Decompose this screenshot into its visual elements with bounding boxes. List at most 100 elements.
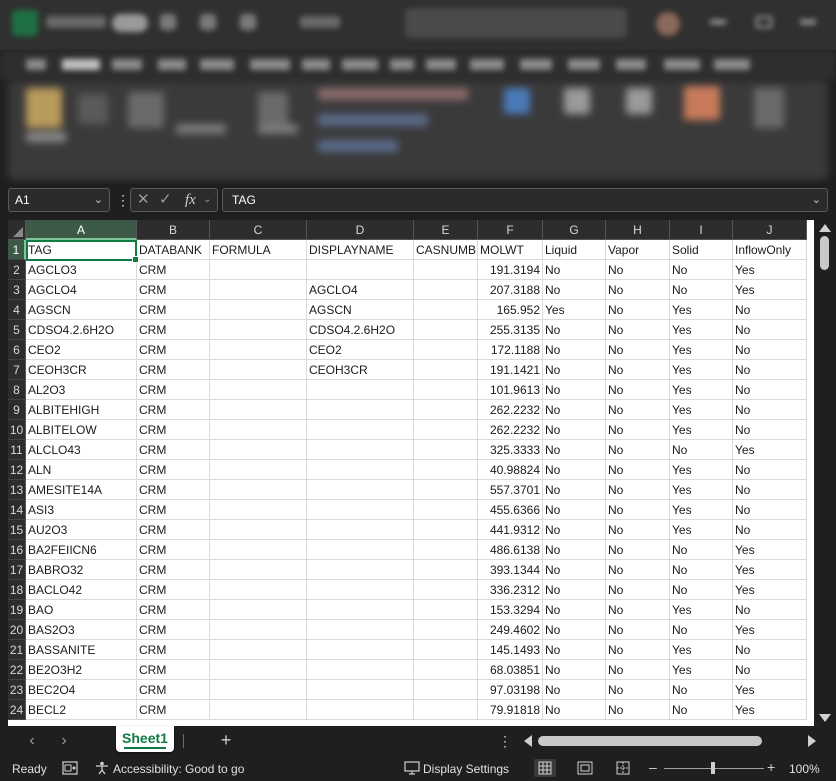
cell-b22[interactable]: CRM [137,660,210,680]
column-header-g[interactable]: G [543,220,606,240]
cell-j3[interactable]: Yes [733,280,807,300]
cell-a1[interactable]: TAG [26,240,137,260]
cell-e4[interactable] [414,300,478,320]
cell-a13[interactable]: AMESITE14A [26,480,137,500]
cell-c19[interactable] [210,600,307,620]
cell-d20[interactable] [307,620,414,640]
cell-j23[interactable]: Yes [733,680,807,700]
cell-c20[interactable] [210,620,307,640]
cell-h10[interactable]: No [606,420,670,440]
cell-f18[interactable]: 336.2312 [478,580,543,600]
cell-e16[interactable] [414,540,478,560]
cell-a2[interactable]: AGCLO3 [26,260,137,280]
cell-j11[interactable]: Yes [733,440,807,460]
cell-i6[interactable]: Yes [670,340,733,360]
cell-h23[interactable]: No [606,680,670,700]
row-header[interactable]: 12 [8,460,26,480]
chevron-down-icon[interactable]: ⌄ [94,189,103,211]
cell-d21[interactable] [307,640,414,660]
cell-g4[interactable]: Yes [543,300,606,320]
cell-e9[interactable] [414,400,478,420]
cell-h19[interactable]: No [606,600,670,620]
column-header-f[interactable]: F [478,220,543,240]
cell-e5[interactable] [414,320,478,340]
cell-h6[interactable]: No [606,340,670,360]
row-header[interactable]: 22 [8,660,26,680]
cell-e22[interactable] [414,660,478,680]
cell-b2[interactable]: CRM [137,260,210,280]
cell-e3[interactable] [414,280,478,300]
cell-e12[interactable] [414,460,478,480]
cell-f22[interactable]: 68.03851 [478,660,543,680]
cell-a8[interactable]: AL2O3 [26,380,137,400]
display-settings-button[interactable]: Display Settings [423,762,509,776]
chevron-down-icon[interactable]: ⌄ [203,190,211,210]
page-break-view-button[interactable] [612,759,634,777]
column-header-b[interactable]: B [137,220,210,240]
cell-b10[interactable]: CRM [137,420,210,440]
cell-f24[interactable]: 79.91818 [478,700,543,720]
cell-e6[interactable] [414,340,478,360]
cell-b15[interactable]: CRM [137,520,210,540]
cell-f15[interactable]: 441.9312 [478,520,543,540]
cell-b11[interactable]: CRM [137,440,210,460]
cell-d13[interactable] [307,480,414,500]
cell-c10[interactable] [210,420,307,440]
cell-e11[interactable] [414,440,478,460]
cell-h9[interactable]: No [606,400,670,420]
cell-e18[interactable] [414,580,478,600]
cell-e20[interactable] [414,620,478,640]
close-icon[interactable] [800,20,816,24]
cell-b9[interactable]: CRM [137,400,210,420]
cell-h22[interactable]: No [606,660,670,680]
cell-c22[interactable] [210,660,307,680]
cell-i2[interactable]: No [670,260,733,280]
cell-c14[interactable] [210,500,307,520]
scroll-down-icon[interactable] [819,714,831,722]
column-header-e[interactable]: E [414,220,478,240]
cell-j1[interactable]: InflowOnly [733,240,807,260]
cell-c4[interactable] [210,300,307,320]
cell-b21[interactable]: CRM [137,640,210,660]
cell-g23[interactable]: No [543,680,606,700]
cell-d12[interactable] [307,460,414,480]
cell-j16[interactable]: Yes [733,540,807,560]
cell-i18[interactable]: No [670,580,733,600]
cell-h7[interactable]: No [606,360,670,380]
row-header[interactable]: 1 [8,240,26,260]
search-box[interactable] [405,8,627,38]
cell-g9[interactable]: No [543,400,606,420]
cell-d7[interactable]: CEOH3CR [307,360,414,380]
cell-i5[interactable]: Yes [670,320,733,340]
accessibility-status[interactable]: Accessibility: Good to go [113,762,244,776]
scroll-up-icon[interactable] [819,224,831,232]
cell-e15[interactable] [414,520,478,540]
cell-d3[interactable]: AGCLO4 [307,280,414,300]
cell-h16[interactable]: No [606,540,670,560]
cell-e10[interactable] [414,420,478,440]
cell-d24[interactable] [307,700,414,720]
cell-e7[interactable] [414,360,478,380]
zoom-level[interactable]: 100% [789,762,820,776]
row-header[interactable]: 16 [8,540,26,560]
cell-h8[interactable]: No [606,380,670,400]
cell-g2[interactable]: No [543,260,606,280]
row-header[interactable]: 5 [8,320,26,340]
cell-g6[interactable]: No [543,340,606,360]
scroll-right-icon[interactable] [808,735,816,747]
cell-i16[interactable]: No [670,540,733,560]
cell-d2[interactable] [307,260,414,280]
cell-a24[interactable]: BECL2 [26,700,137,720]
zoom-out-button[interactable]: – [649,759,657,775]
insert-function-button[interactable]: fx [185,190,196,210]
cell-d17[interactable] [307,560,414,580]
zoom-in-button[interactable]: + [767,759,775,775]
cell-j6[interactable]: No [733,340,807,360]
cell-d19[interactable] [307,600,414,620]
cell-e13[interactable] [414,480,478,500]
next-sheet-icon[interactable]: › [54,731,74,751]
cell-c13[interactable] [210,480,307,500]
cell-i23[interactable]: No [670,680,733,700]
cell-j7[interactable]: No [733,360,807,380]
cell-f4[interactable]: 165.952 [478,300,543,320]
